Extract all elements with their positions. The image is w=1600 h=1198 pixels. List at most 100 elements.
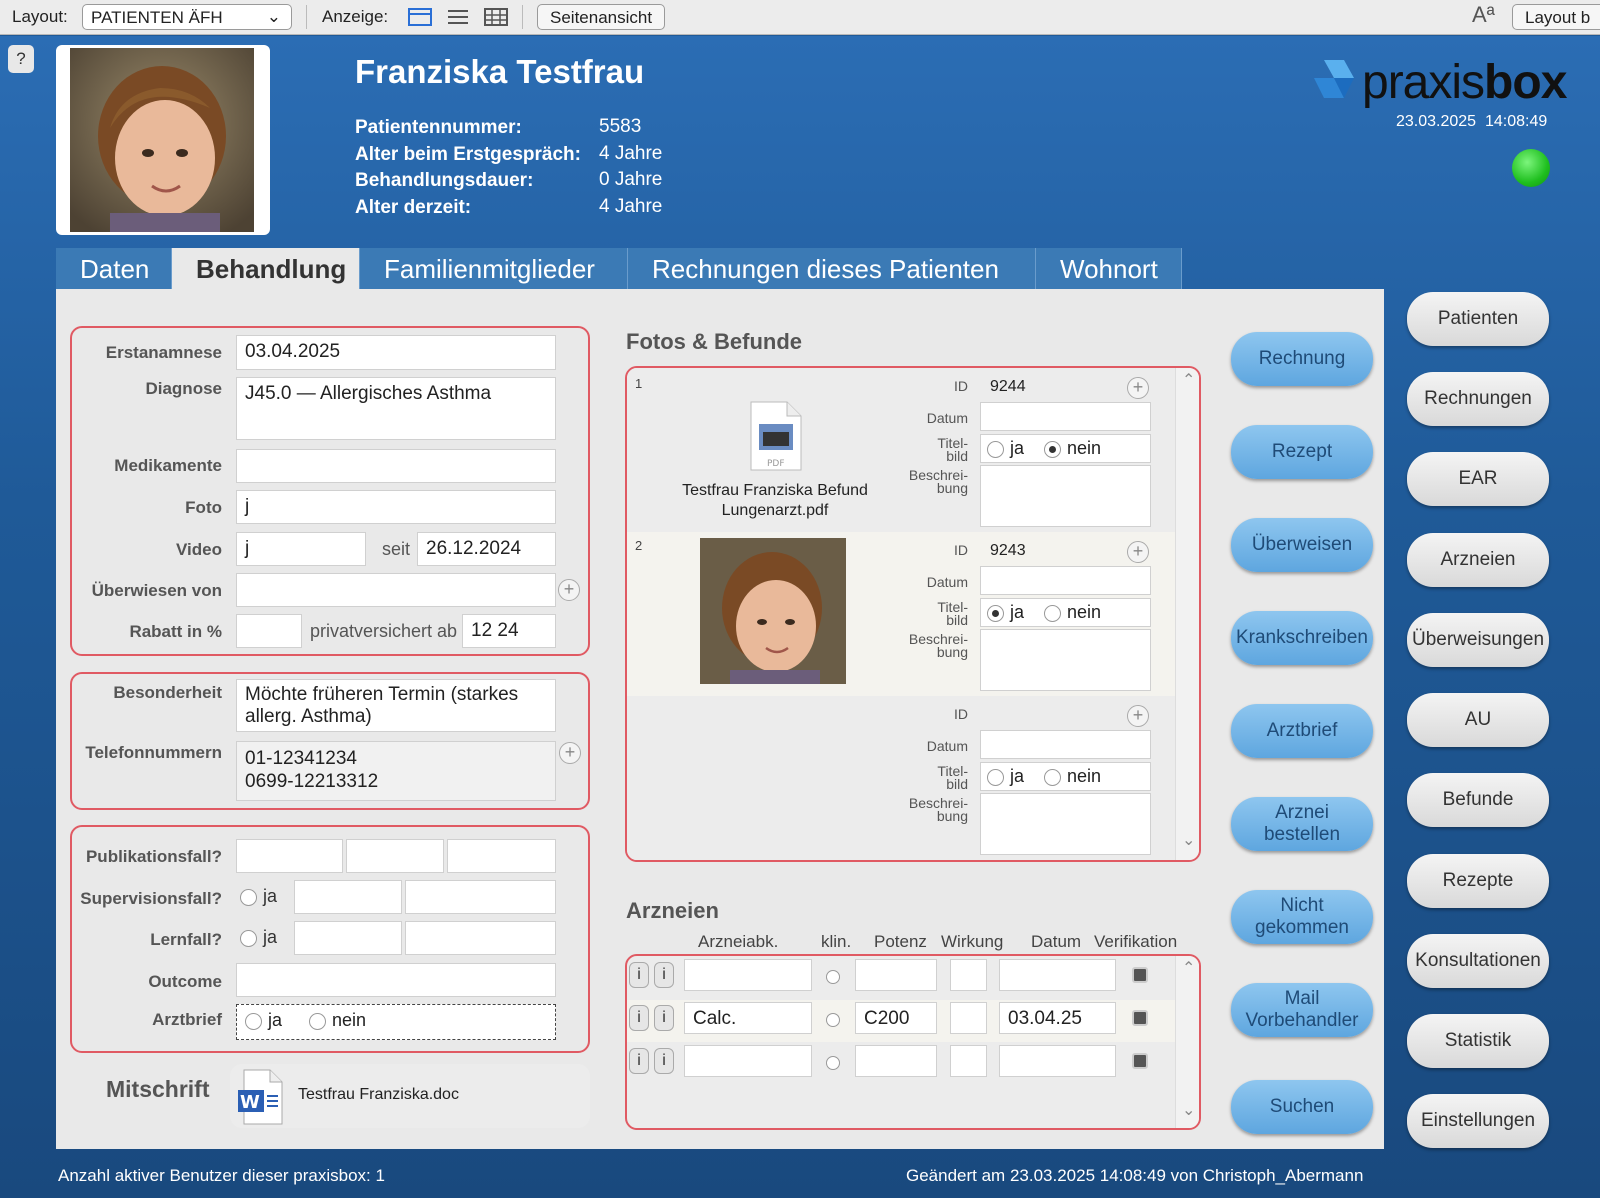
- rechnung-button[interactable]: Rechnung: [1231, 332, 1373, 386]
- supervision-ja-radio[interactable]: ja: [240, 886, 277, 907]
- titelbild-radio-group[interactable]: ja nein: [980, 598, 1151, 627]
- titelbild-radio-group[interactable]: ja nein: [980, 762, 1151, 791]
- add-record-icon[interactable]: +: [1127, 377, 1149, 399]
- scroll-up-icon[interactable]: ⌃: [1182, 958, 1195, 978]
- nav-ear-button[interactable]: EAR: [1407, 452, 1549, 506]
- ueberweisen-button[interactable]: Überweisen: [1231, 518, 1373, 572]
- publikation-field-3[interactable]: [447, 839, 556, 873]
- info-button[interactable]: i: [654, 1005, 674, 1031]
- arznei-potenz-field[interactable]: [855, 959, 937, 991]
- krankschreiben-button[interactable]: Krankschreiben: [1231, 611, 1373, 665]
- arznei-abk-field[interactable]: [684, 1045, 812, 1077]
- tab-familienmitglieder[interactable]: Familienmitglieder: [360, 248, 628, 290]
- verifikation-checkbox[interactable]: [1132, 967, 1148, 983]
- record-datum-field[interactable]: [980, 566, 1151, 595]
- arztbrief-button[interactable]: Arztbrief: [1231, 704, 1373, 758]
- video-seit-field[interactable]: 26.12.2024: [417, 532, 556, 566]
- mitschrift-container[interactable]: W Testfrau Franziska.doc: [230, 1064, 590, 1128]
- arznei-potenz-field[interactable]: C200: [855, 1002, 937, 1034]
- info-button[interactable]: i: [629, 962, 649, 988]
- lernfall-ja-radio[interactable]: ja: [240, 927, 277, 948]
- publikation-field-1[interactable]: [236, 839, 343, 873]
- info-button[interactable]: i: [654, 962, 674, 988]
- lernfall-field-1[interactable]: [294, 921, 402, 955]
- titelbild-ja-radio[interactable]: ja: [987, 602, 1024, 622]
- add-telefon-icon[interactable]: +: [559, 742, 581, 764]
- nav-patienten-button[interactable]: Patienten: [1407, 292, 1549, 346]
- tab-wohnort[interactable]: Wohnort: [1036, 248, 1182, 290]
- nav-rezepte-button[interactable]: Rezepte: [1407, 854, 1549, 908]
- titelbild-ja-radio[interactable]: ja: [987, 438, 1024, 458]
- info-button[interactable]: i: [654, 1048, 674, 1074]
- nav-rechnungen-button[interactable]: Rechnungen: [1407, 372, 1549, 426]
- record-datum-field[interactable]: [980, 730, 1151, 759]
- scroll-down-icon[interactable]: ⌄: [1182, 1100, 1195, 1120]
- seitenansicht-button[interactable]: Seitenansicht: [537, 4, 666, 30]
- add-record-icon[interactable]: +: [1127, 541, 1149, 563]
- record-photo[interactable]: [700, 538, 846, 684]
- record-beschreibung-field[interactable]: [980, 465, 1151, 527]
- verifikation-checkbox[interactable]: [1132, 1053, 1148, 1069]
- rezept-button[interactable]: Rezept: [1231, 425, 1373, 479]
- supervision-field-2[interactable]: [405, 880, 556, 914]
- arznei-wirkung-field[interactable]: [950, 1045, 987, 1077]
- nav-konsultationen-button[interactable]: Konsultationen: [1407, 934, 1549, 988]
- tab-rechnungen-patient[interactable]: Rechnungen dieses Patienten: [628, 248, 1036, 290]
- supervision-field-1[interactable]: [294, 880, 402, 914]
- ueberwiesen-field[interactable]: [236, 573, 556, 607]
- publikation-field-2[interactable]: [346, 839, 444, 873]
- arztbrief-ja-radio[interactable]: ja: [245, 1010, 282, 1030]
- verifikation-checkbox[interactable]: [1132, 1010, 1148, 1026]
- titelbild-radio-group[interactable]: ja nein: [980, 434, 1151, 463]
- pdf-file-icon[interactable]: PDF: [747, 400, 803, 472]
- suchen-button[interactable]: Suchen: [1231, 1080, 1373, 1134]
- klin-radio[interactable]: [826, 1011, 846, 1029]
- titelbild-nein-radio[interactable]: nein: [1044, 602, 1101, 622]
- tab-daten[interactable]: Daten: [56, 248, 172, 290]
- nav-au-button[interactable]: AU: [1407, 693, 1549, 747]
- diagnose-field[interactable]: J45.0 — Allergisches Asthma: [236, 377, 556, 440]
- mail-vorbehandler-button[interactable]: Mail Vorbehandler: [1231, 983, 1373, 1037]
- privatversichert-field[interactable]: 12 24: [462, 614, 556, 648]
- video-field[interactable]: j: [236, 532, 366, 566]
- arztbrief-nein-radio[interactable]: nein: [309, 1010, 366, 1030]
- info-button[interactable]: i: [629, 1048, 649, 1074]
- arznei-datum-field[interactable]: [999, 1045, 1116, 1077]
- arznei-abk-field[interactable]: Calc.: [684, 1002, 812, 1034]
- nav-einstellungen-button[interactable]: Einstellungen: [1407, 1094, 1549, 1148]
- medikamente-field[interactable]: [236, 449, 556, 483]
- list-view-icon[interactable]: [446, 8, 470, 26]
- arznei-datum-field[interactable]: 03.04.25: [999, 1002, 1116, 1034]
- nav-ueberweisungen-button[interactable]: Überweisungen: [1407, 613, 1549, 667]
- outcome-field[interactable]: [236, 963, 556, 997]
- titelbild-nein-radio[interactable]: nein: [1044, 766, 1101, 786]
- help-button[interactable]: ?: [8, 45, 34, 73]
- add-ueberwiesen-icon[interactable]: +: [558, 579, 580, 601]
- nav-arzneien-button[interactable]: Arzneien: [1407, 533, 1549, 587]
- arzneien-scrollbar[interactable]: ⌃ ⌄: [1175, 956, 1199, 1128]
- rabatt-field[interactable]: [236, 614, 302, 648]
- titelbild-nein-radio[interactable]: nein: [1044, 438, 1101, 458]
- info-button[interactable]: i: [629, 1005, 649, 1031]
- besonderheit-field[interactable]: Möchte früheren Termin (starkes allerg. …: [236, 679, 556, 732]
- tab-behandlung[interactable]: Behandlung: [172, 248, 360, 290]
- add-record-icon[interactable]: +: [1127, 705, 1149, 727]
- table-view-icon[interactable]: [484, 8, 508, 26]
- foto-field[interactable]: j: [236, 490, 556, 524]
- layout-select[interactable]: PATIENTEN ÄFH ⌄: [82, 4, 292, 30]
- nicht-gekommen-button[interactable]: Nicht gekommen: [1231, 890, 1373, 944]
- arznei-abk-field[interactable]: [684, 959, 812, 991]
- erstanamnese-field[interactable]: 03.04.2025: [236, 335, 556, 370]
- nav-statistik-button[interactable]: Statistik: [1407, 1014, 1549, 1068]
- scroll-down-icon[interactable]: ⌄: [1182, 830, 1195, 850]
- lernfall-field-2[interactable]: [405, 921, 556, 955]
- titelbild-ja-radio[interactable]: ja: [987, 766, 1024, 786]
- layout-edit-button[interactable]: Layout b: [1512, 4, 1600, 30]
- arznei-potenz-field[interactable]: [855, 1045, 937, 1077]
- arznei-bestellen-button[interactable]: Arznei bestellen: [1231, 797, 1373, 851]
- record-beschreibung-field[interactable]: [980, 793, 1151, 855]
- arznei-wirkung-field[interactable]: [950, 1002, 987, 1034]
- form-view-icon[interactable]: [408, 8, 432, 26]
- record-datum-field[interactable]: [980, 402, 1151, 431]
- fotos-scrollbar[interactable]: ⌃ ⌄: [1175, 368, 1199, 860]
